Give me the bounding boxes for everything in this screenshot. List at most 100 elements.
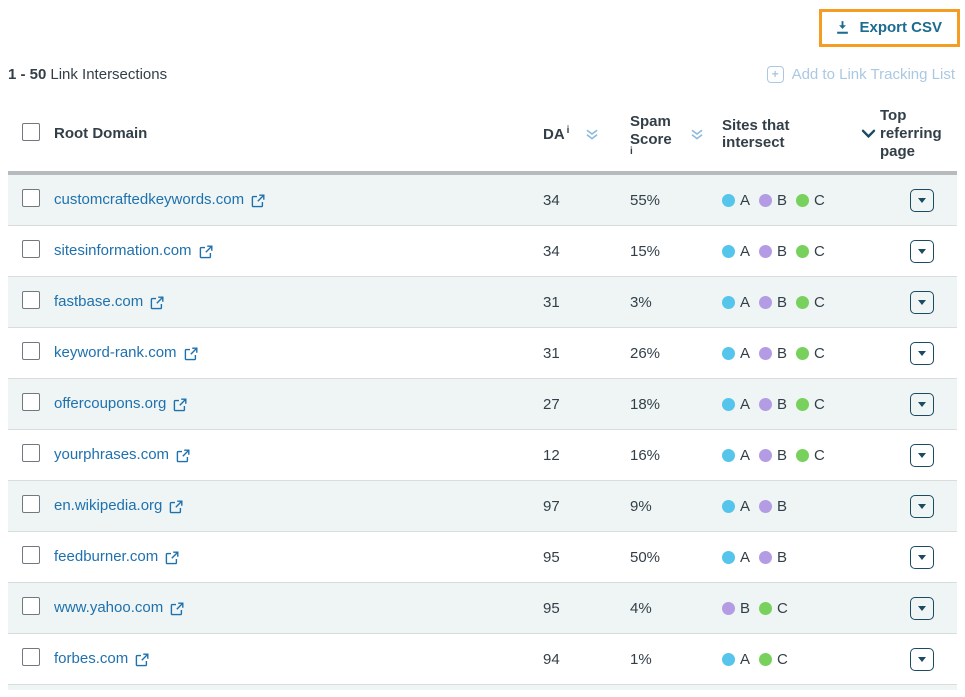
row-spam-cell: 15% (630, 243, 722, 260)
spam-value: 55% (630, 192, 660, 209)
domain-text: en.wikipedia.org (54, 497, 162, 514)
external-link-icon[interactable] (199, 245, 213, 259)
site-label: B (777, 243, 787, 260)
da-value: 97 (543, 498, 560, 515)
sites-header-label: Sites that intersect (722, 117, 804, 152)
domain-link[interactable]: offercoupons.org (54, 395, 187, 412)
spam-value: 3% (630, 294, 652, 311)
export-csv-button[interactable]: Export CSV (822, 12, 957, 43)
row-domain-cell: fastbase.com (54, 293, 543, 311)
add-to-tracking-list-button[interactable]: + Add to Link Tracking List (767, 66, 955, 83)
da-value: 95 (543, 549, 560, 566)
top-referring-dropdown-button[interactable] (910, 495, 934, 518)
site-label: B (777, 447, 787, 464)
table-row: www.yahoo.com 95 4% BC (8, 583, 957, 634)
site-item: B (759, 345, 787, 362)
external-link-icon[interactable] (165, 551, 179, 565)
da-sort-icon[interactable] (585, 128, 599, 141)
download-icon (835, 20, 850, 35)
top-referring-dropdown-button[interactable] (910, 189, 934, 212)
site-label: B (740, 600, 750, 617)
domain-text: forbes.com (54, 650, 128, 667)
site-label: B (777, 192, 787, 209)
external-link-icon[interactable] (173, 398, 187, 412)
site-item: C (759, 651, 788, 668)
top-referring-dropdown-button[interactable] (910, 546, 934, 569)
spam-score-sort-icon[interactable] (690, 128, 704, 141)
row-top-referring-cell (880, 393, 957, 416)
domain-text: offercoupons.org (54, 395, 166, 412)
site-item: A (722, 243, 750, 260)
da-value: 34 (543, 243, 560, 260)
top-referring-dropdown-button[interactable] (910, 444, 934, 467)
spam-value: 26% (630, 345, 660, 362)
next-row-sliver (8, 685, 957, 690)
external-link-icon[interactable] (169, 500, 183, 514)
row-checkbox[interactable] (22, 240, 40, 258)
top-referring-dropdown-button[interactable] (910, 648, 934, 671)
site-dot (722, 398, 735, 411)
external-link-icon[interactable] (135, 653, 149, 667)
site-label: C (814, 345, 825, 362)
sites-list: ABC (722, 294, 825, 311)
spam-score-info-icon[interactable]: i (630, 148, 680, 155)
domain-link[interactable]: keyword-rank.com (54, 344, 198, 361)
domain-link[interactable]: sitesinformation.com (54, 242, 213, 259)
row-sites-cell: ABC (722, 345, 880, 362)
caret-down-icon (918, 351, 926, 356)
site-label: C (814, 294, 825, 311)
row-checkbox-cell (8, 291, 54, 314)
external-link-icon[interactable] (176, 449, 190, 463)
external-link-icon[interactable] (170, 602, 184, 616)
row-checkbox[interactable] (22, 648, 40, 666)
external-link-icon[interactable] (150, 296, 164, 310)
row-checkbox[interactable] (22, 393, 40, 411)
top-referring-dropdown-button[interactable] (910, 393, 934, 416)
da-value: 31 (543, 294, 560, 311)
domain-link[interactable]: fastbase.com (54, 293, 164, 310)
row-da-cell: 95 (543, 549, 630, 566)
site-dot (796, 245, 809, 258)
domain-link[interactable]: feedburner.com (54, 548, 179, 565)
site-dot (759, 653, 772, 666)
row-checkbox-cell (8, 189, 54, 212)
site-dot (722, 194, 735, 207)
site-dot (759, 500, 772, 513)
da-info-icon[interactable]: i (567, 125, 570, 136)
row-checkbox[interactable] (22, 291, 40, 309)
external-link-icon[interactable] (251, 194, 265, 208)
top-referring-dropdown-button[interactable] (910, 291, 934, 314)
row-domain-cell: sitesinformation.com (54, 242, 543, 260)
domain-link[interactable]: customcraftedkeywords.com (54, 191, 265, 208)
row-checkbox[interactable] (22, 189, 40, 207)
domain-link[interactable]: yourphrases.com (54, 446, 190, 463)
row-checkbox[interactable] (22, 342, 40, 360)
top-referring-dropdown-button[interactable] (910, 597, 934, 620)
site-item: C (796, 294, 825, 311)
da-value: 34 (543, 192, 560, 209)
domain-text: www.yahoo.com (54, 599, 163, 616)
row-checkbox[interactable] (22, 597, 40, 615)
site-item: A (722, 192, 750, 209)
site-label: B (777, 345, 787, 362)
row-checkbox[interactable] (22, 546, 40, 564)
domain-link[interactable]: www.yahoo.com (54, 599, 184, 616)
external-link-icon[interactable] (184, 347, 198, 361)
select-all-checkbox[interactable] (22, 123, 40, 141)
top-referring-dropdown-button[interactable] (910, 240, 934, 263)
top-referring-dropdown-button[interactable] (910, 342, 934, 365)
row-da-cell: 34 (543, 192, 630, 209)
row-checkbox[interactable] (22, 444, 40, 462)
site-item: A (722, 294, 750, 311)
root-domain-header-label: Root Domain (54, 125, 147, 142)
caret-down-icon (918, 657, 926, 662)
domain-link[interactable]: forbes.com (54, 650, 149, 667)
domain-link[interactable]: en.wikipedia.org (54, 497, 183, 514)
row-top-referring-cell (880, 597, 957, 620)
top-referring-header-label: Top referring page (880, 107, 942, 160)
row-checkbox[interactable] (22, 495, 40, 513)
sites-chevron-down-icon[interactable] (861, 129, 876, 139)
row-sites-cell: ABC (722, 447, 880, 464)
da-value: 94 (543, 651, 560, 668)
table-row: sitesinformation.com 34 15% ABC (8, 226, 957, 277)
